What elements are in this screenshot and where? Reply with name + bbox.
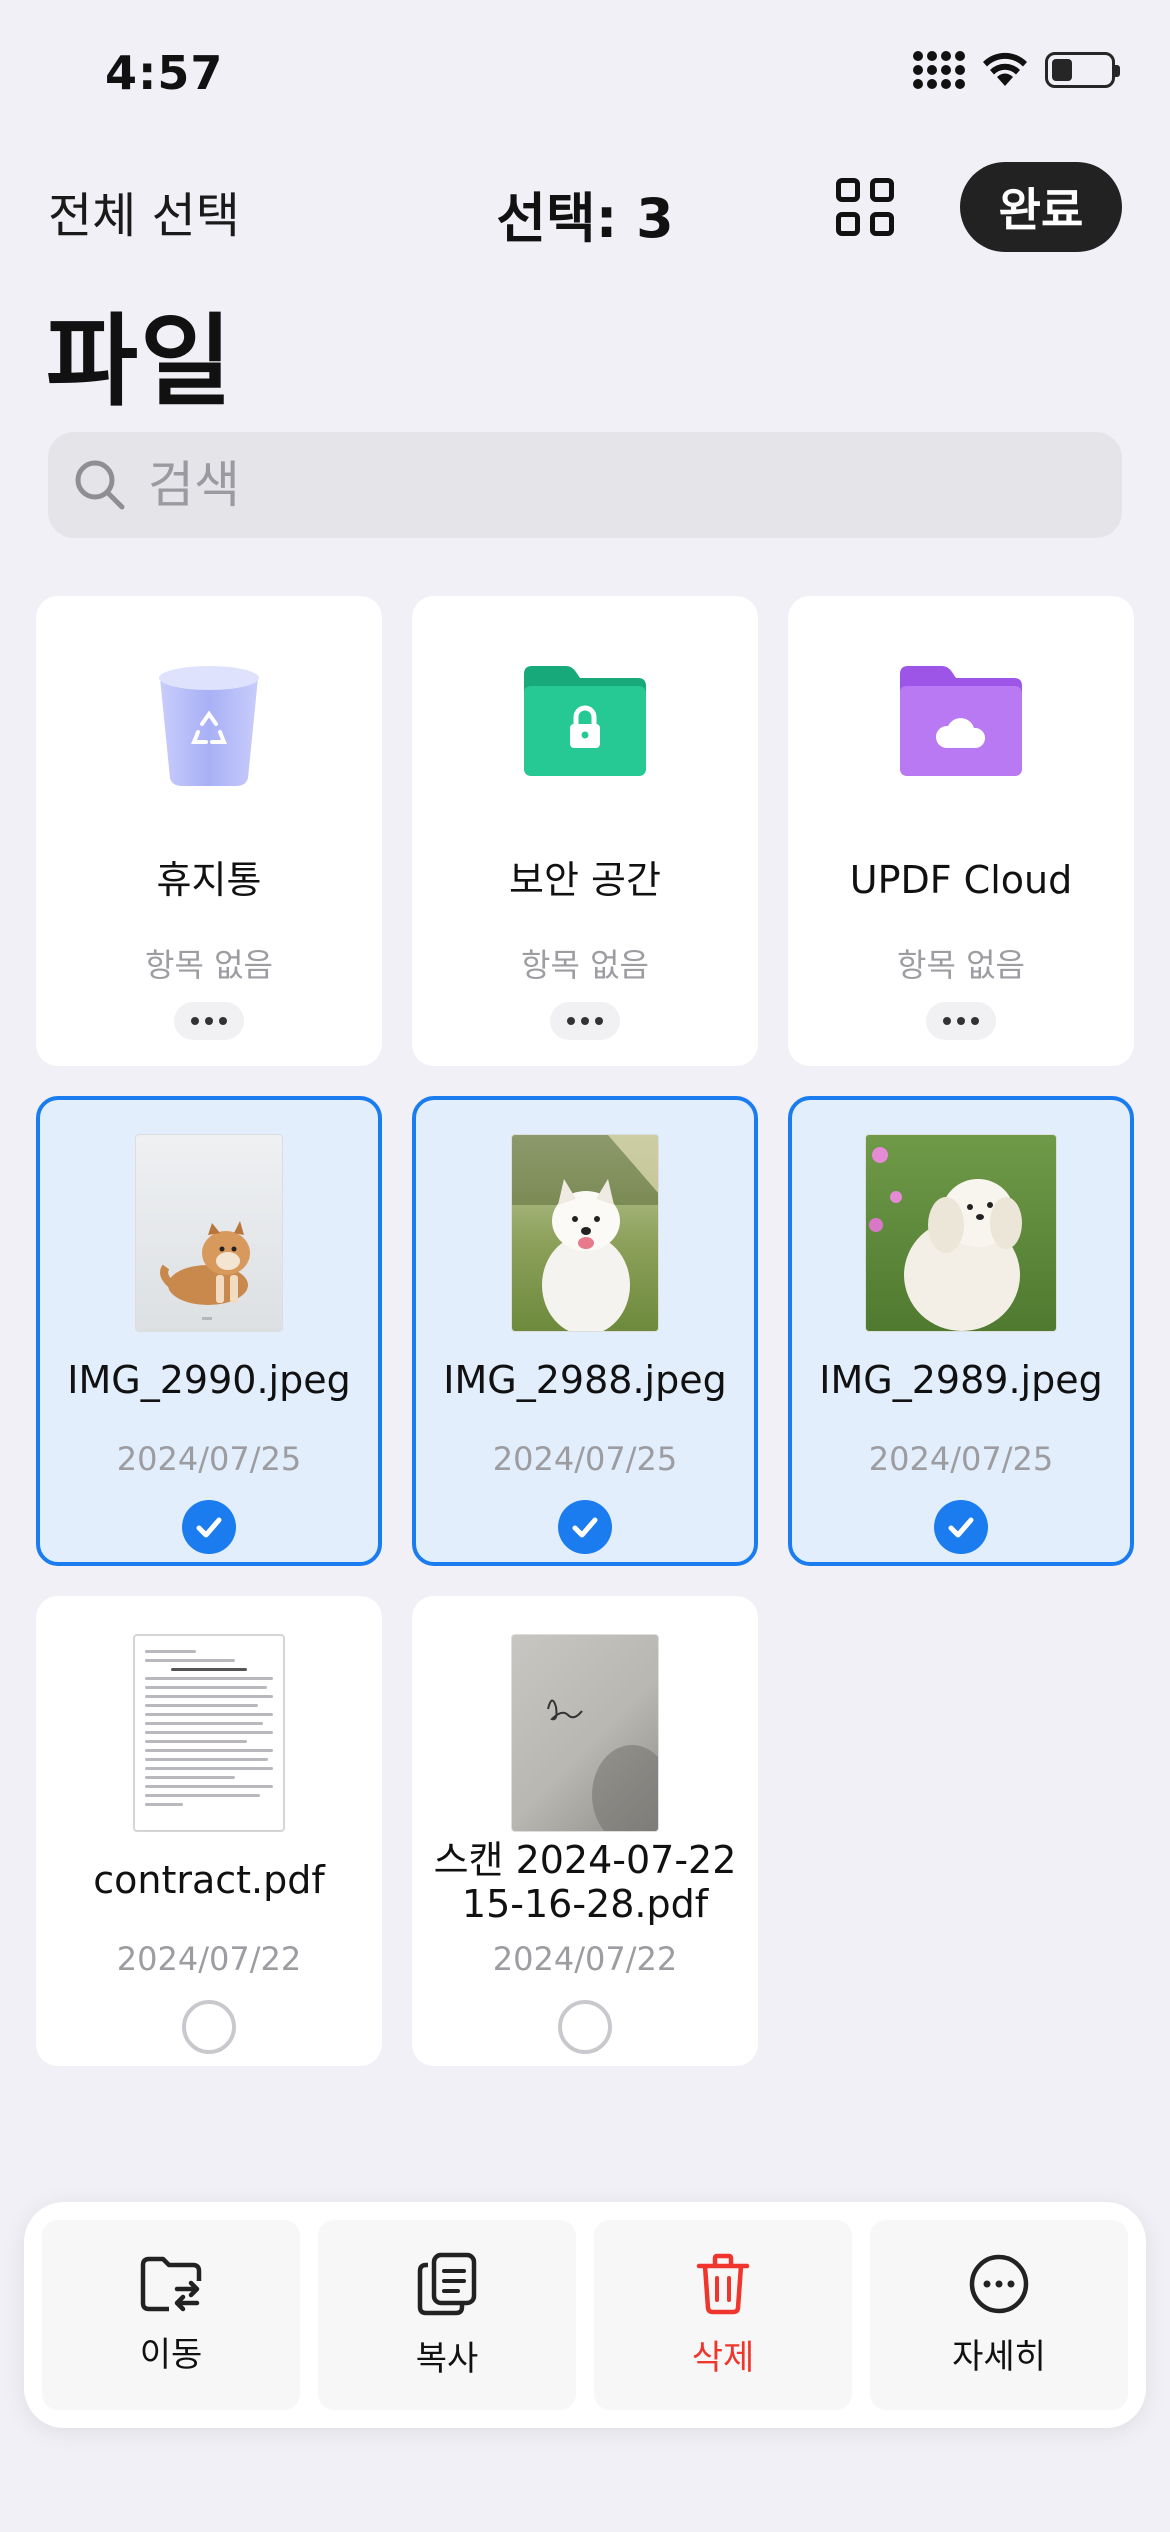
move-folder-icon [140,2256,202,2311]
grid-view-icon[interactable] [836,178,894,236]
file-thumbnail [511,1134,659,1332]
more-options-icon[interactable] [926,1002,996,1040]
trash-icon [696,2253,750,2314]
move-label: 이동 [139,2334,203,2375]
cellular-signal-icon [913,51,965,89]
folder-name: 휴지통 [156,858,262,902]
cloud-folder-icon [896,662,1026,780]
more-options-icon[interactable] [174,1002,244,1040]
folder-card-secure[interactable]: 보안 공간 항목 없음 [412,596,758,1066]
status-time: 4:57 [105,46,224,100]
search-input[interactable] [148,456,1048,514]
status-icons [913,50,1120,90]
checkmark-icon[interactable] [182,1500,236,1554]
checkmark-icon[interactable] [934,1500,988,1554]
selection-count: 선택: 3 [496,187,674,250]
file-card[interactable]: contract.pdf 2024/07/22 [36,1596,382,2066]
copy-button[interactable]: 복사 [318,2220,576,2410]
file-name: 스캔 2024-07-22 15-16-28.pdf [416,1838,754,1926]
more-button[interactable]: 자세히 [870,2220,1128,2410]
action-toolbar: 이동 복사 삭제 자세히 [24,2202,1146,2428]
delete-button[interactable]: 삭제 [594,2220,852,2410]
folder-card-cloud[interactable]: UPDF Cloud 항목 없음 [788,596,1134,1066]
file-card[interactable]: 스캔 2024-07-22 15-16-28.pdf 2024/07/22 [412,1596,758,2066]
file-date: 2024/07/25 [868,1440,1054,1478]
secure-folder-icon [520,662,650,780]
file-thumbnail [133,1634,285,1832]
search-bar[interactable] [48,432,1122,538]
select-all-button[interactable]: 전체 선택 [48,176,240,246]
folder-subtitle: 항목 없음 [145,946,273,984]
file-date: 2024/07/22 [116,1940,302,1978]
battery-icon [1045,52,1120,88]
file-name: IMG_2989.jpeg [819,1358,1103,1402]
file-card[interactable]: IMG_2988.jpeg 2024/07/25 [412,1096,758,1566]
file-name-line-2: 15-16-28.pdf [461,1882,709,1926]
more-options-icon[interactable] [550,1002,620,1040]
nav-bar: 전체 선택 선택: 3 완료 [0,150,1170,260]
file-card[interactable]: IMG_2989.jpeg 2024/07/25 [788,1096,1134,1566]
wifi-icon [983,52,1027,86]
checkmark-icon[interactable] [558,1500,612,1554]
file-date: 2024/07/22 [492,1940,678,1978]
page-title: 파일 [46,303,234,420]
folder-card-trash[interactable]: 휴지통 항목 없음 [36,596,382,1066]
file-name-line-1: 스캔 2024-07-22 [433,1838,737,1882]
search-icon [75,460,125,510]
more-circle-icon [969,2254,1029,2313]
file-thumbnail [511,1634,659,1832]
delete-label: 삭제 [691,2337,755,2378]
unchecked-circle-icon[interactable] [182,2000,236,2054]
battery-level [1052,59,1072,81]
file-date: 2024/07/25 [492,1440,678,1478]
files-screen: 4:57 전체 선택 선택: 3 완료 파일 검색 휴지통 항목 없음 보안 공… [0,0,1170,2532]
folder-name: 보안 공간 [509,858,661,902]
file-name: IMG_2988.jpeg [443,1358,727,1402]
status-bar: 4:57 [0,0,1170,140]
done-button[interactable]: 완료 [960,162,1122,252]
file-date: 2024/07/25 [116,1440,302,1478]
folder-name: UPDF Cloud [849,858,1073,902]
copy-icon [417,2252,477,2315]
move-button[interactable]: 이동 [42,2220,300,2410]
unchecked-circle-icon[interactable] [558,2000,612,2054]
file-name: contract.pdf [93,1858,325,1902]
more-label: 자세히 [952,2336,1046,2377]
file-thumbnail [865,1134,1057,1332]
folder-subtitle: 항목 없음 [897,946,1025,984]
file-grid: 휴지통 항목 없음 보안 공간 항목 없음 UPDF Cloud 항목 없음 I… [36,596,1134,2066]
copy-label: 복사 [415,2338,479,2379]
file-name: IMG_2990.jpeg [67,1358,351,1402]
file-card[interactable]: IMG_2990.jpeg 2024/07/25 [36,1096,382,1566]
folder-subtitle: 항목 없음 [521,946,649,984]
trash-bin-icon [154,660,264,790]
file-thumbnail [135,1134,283,1332]
